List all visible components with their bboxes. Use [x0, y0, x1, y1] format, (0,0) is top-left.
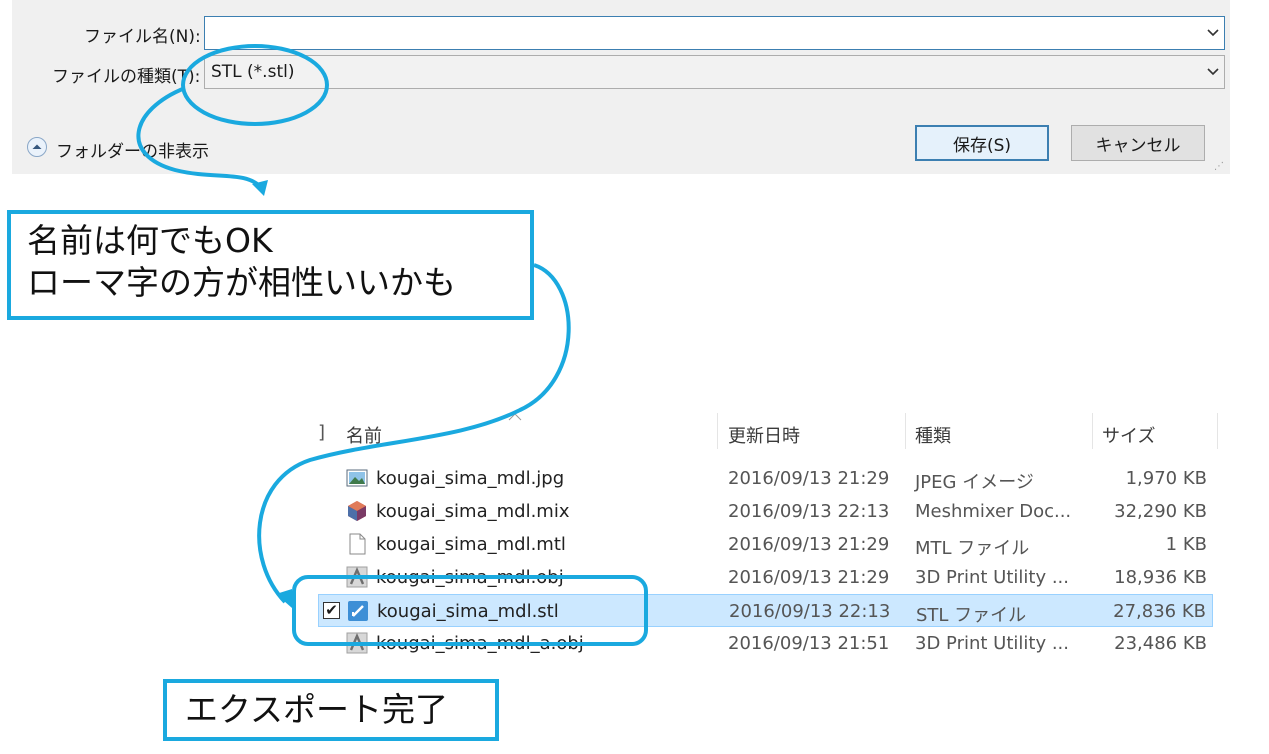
file-type: 3D Print Utility ... — [915, 567, 1069, 588]
filename-note-line1: 名前は何でもOK — [27, 221, 273, 260]
export-done-text: エクスポート完了 — [185, 690, 449, 729]
file-type: STL ファイル — [916, 605, 1027, 626]
file-date: 2016/09/13 21:29 — [728, 567, 890, 588]
filename-note-line2: ローマ字の方が相性いいかも — [27, 263, 456, 302]
file-name: kougai_sima_mdl_a.obj — [376, 633, 584, 654]
file-size: 23,486 KB — [1114, 633, 1207, 654]
file-date: 2016/09/13 21:29 — [728, 534, 890, 555]
folder-toggle[interactable]: フォルダーの非表示 — [26, 136, 209, 162]
file-name: kougai_sima_mdl.stl — [377, 601, 559, 622]
file-date: 2016/09/13 22:13 — [729, 601, 891, 622]
folder-toggle-label: フォルダーの非表示 — [56, 141, 209, 162]
file-type: 3D Print Utility ... — [915, 633, 1069, 654]
meshmixer-file-icon — [346, 500, 368, 522]
chevron-up-circle-icon — [26, 136, 48, 162]
file-row[interactable]: kougai_sima_mdl_a.obj 2016/09/13 21:51 3… — [318, 627, 1213, 660]
filetype-select[interactable]: STL (*.stl) — [204, 55, 1225, 89]
3d-print-file-icon — [346, 632, 368, 654]
file-name: kougai_sima_mdl.jpg — [376, 468, 565, 489]
filetype-label: ファイルの種類(T): — [52, 67, 201, 87]
file-size: 18,936 KB — [1114, 567, 1207, 588]
file-name: kougai_sima_mdl.mix — [376, 501, 570, 522]
sort-up-icon — [508, 413, 522, 421]
header-checkbox-edge[interactable]: ] — [318, 422, 325, 443]
save-dialog: ファイル名(N): ファイルの種類(T): STL (*.stl) フォルダーの… — [12, 0, 1230, 174]
column-divider[interactable] — [905, 413, 906, 449]
column-date[interactable]: 更新日時 — [728, 422, 800, 448]
file-size: 32,290 KB — [1114, 501, 1207, 522]
column-type[interactable]: 種類 — [915, 422, 951, 448]
file-date: 2016/09/13 21:29 — [728, 468, 890, 489]
file-row[interactable]: kougai_sima_mdl.mtl 2016/09/13 21:29 MTL… — [318, 528, 1213, 561]
resize-grip-icon[interactable]: ⋰ — [1214, 161, 1224, 172]
stl-file-icon — [347, 600, 369, 622]
arrowhead-2 — [276, 589, 292, 608]
column-divider[interactable] — [1092, 413, 1093, 449]
save-button[interactable]: 保存(S) — [915, 125, 1049, 161]
arrowhead-1 — [252, 180, 268, 196]
file-date: 2016/09/13 22:13 — [728, 501, 890, 522]
file-name: kougai_sima_mdl.obj — [376, 567, 564, 588]
file-size: 1,970 KB — [1125, 468, 1207, 489]
column-name[interactable]: 名前 — [346, 422, 382, 448]
cancel-button[interactable]: キャンセル — [1071, 125, 1205, 161]
image-file-icon — [346, 467, 368, 489]
column-divider[interactable] — [1217, 413, 1218, 449]
filename-input[interactable] — [204, 16, 1225, 50]
filename-label: ファイル名(N): — [84, 27, 201, 47]
column-size[interactable]: サイズ — [1102, 422, 1155, 448]
file-list-header: ] 名前 更新日時 種類 サイズ — [318, 413, 1218, 453]
file-row-selected[interactable]: ✔ kougai_sima_mdl.stl 2016/09/13 22:13 S… — [318, 594, 1213, 627]
file-date: 2016/09/13 21:51 — [728, 633, 890, 654]
filename-note-callout: 名前は何でもOK ローマ字の方が相性いいかも — [7, 210, 534, 320]
chevron-down-icon[interactable] — [1202, 56, 1224, 88]
file-name: kougai_sima_mdl.mtl — [376, 534, 566, 555]
chevron-down-icon[interactable] — [1202, 17, 1224, 49]
file-type: JPEG イメージ — [915, 472, 1034, 493]
file-size: 1 KB — [1165, 534, 1207, 555]
export-done-callout: エクスポート完了 — [163, 679, 499, 741]
file-size: 27,836 KB — [1113, 601, 1206, 622]
filetype-value: STL (*.stl) — [211, 62, 295, 82]
column-divider[interactable] — [717, 413, 718, 449]
checkbox-checked-icon[interactable]: ✔ — [323, 602, 340, 619]
blank-file-icon — [346, 533, 368, 555]
file-row[interactable]: kougai_sima_mdl.obj 2016/09/13 21:29 3D … — [318, 561, 1213, 594]
3d-print-file-icon — [346, 566, 368, 588]
file-type: MTL ファイル — [915, 538, 1030, 559]
file-row[interactable]: kougai_sima_mdl.jpg 2016/09/13 21:29 JPE… — [318, 462, 1213, 495]
file-row[interactable]: kougai_sima_mdl.mix 2016/09/13 22:13 Mes… — [318, 495, 1213, 528]
file-type: Meshmixer Doc... — [915, 501, 1072, 522]
